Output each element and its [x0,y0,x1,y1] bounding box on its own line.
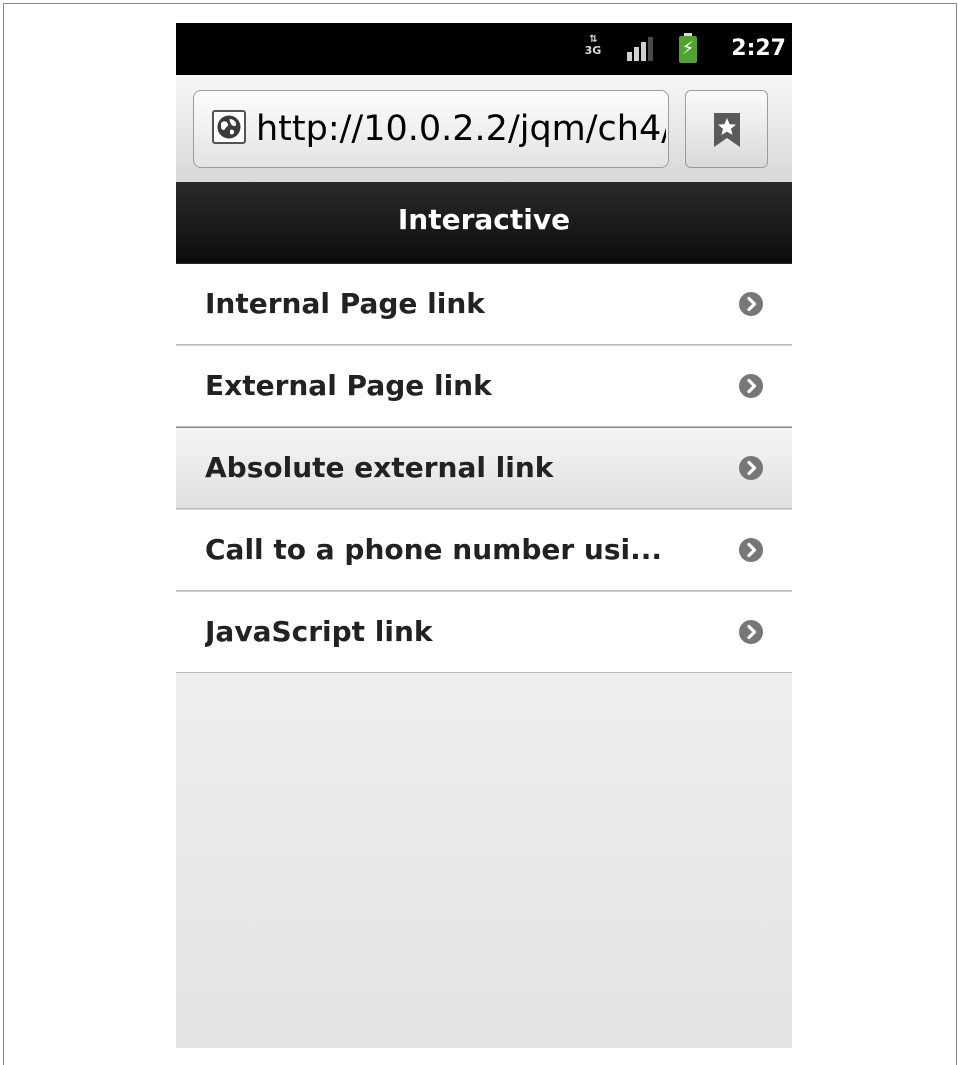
signal-strength-icon [627,37,659,61]
chevron-right-icon [739,538,763,562]
status-bar: ⇅ 3G ⚡ 2:27 [176,23,792,75]
list-item-call-phone-number[interactable]: Call to a phone number usi... [176,509,792,591]
list-item-absolute-external-link[interactable]: Absolute external link [176,427,792,509]
list-item-label: Internal Page link [205,287,485,320]
url-field[interactable]: http://10.0.2.2/jqm/ch4/... [193,90,669,168]
list-item-javascript-link[interactable]: JavaScript link [176,591,792,673]
url-text: http://10.0.2.2/jqm/ch4/... [256,109,666,149]
chevron-right-icon [739,292,763,316]
list-item-label: Absolute external link [205,451,554,484]
chevron-right-icon [739,456,763,480]
battery-charging-icon: ⚡ [679,33,697,63]
globe-icon [212,110,246,144]
list-item-label: Call to a phone number usi... [205,533,663,566]
browser-address-bar: http://10.0.2.2/jqm/ch4/... [176,75,792,182]
battery-bolt-glyph: ⚡ [681,38,695,59]
page-title: Interactive [176,182,792,263]
network-3g-icon: ⇅ 3G [584,34,602,64]
list-item-label: External Page link [205,369,492,402]
list-item-external-page-link[interactable]: External Page link [176,345,792,427]
chevron-right-icon [739,620,763,644]
network-type-label: 3G [584,44,602,57]
status-clock: 2:27 [731,36,786,61]
link-list: Internal Page link External Page link Ab… [176,263,792,673]
chevron-right-icon [739,374,763,398]
bookmark-button[interactable] [685,90,768,168]
bookmark-star-icon [714,113,740,147]
page-content-background [176,673,792,1048]
list-item-internal-page-link[interactable]: Internal Page link [176,263,792,345]
list-item-label: JavaScript link [205,615,433,648]
phone-screen: ⇅ 3G ⚡ 2:27 http://10.0.2.2/jqm/ch4/... … [176,23,792,1048]
